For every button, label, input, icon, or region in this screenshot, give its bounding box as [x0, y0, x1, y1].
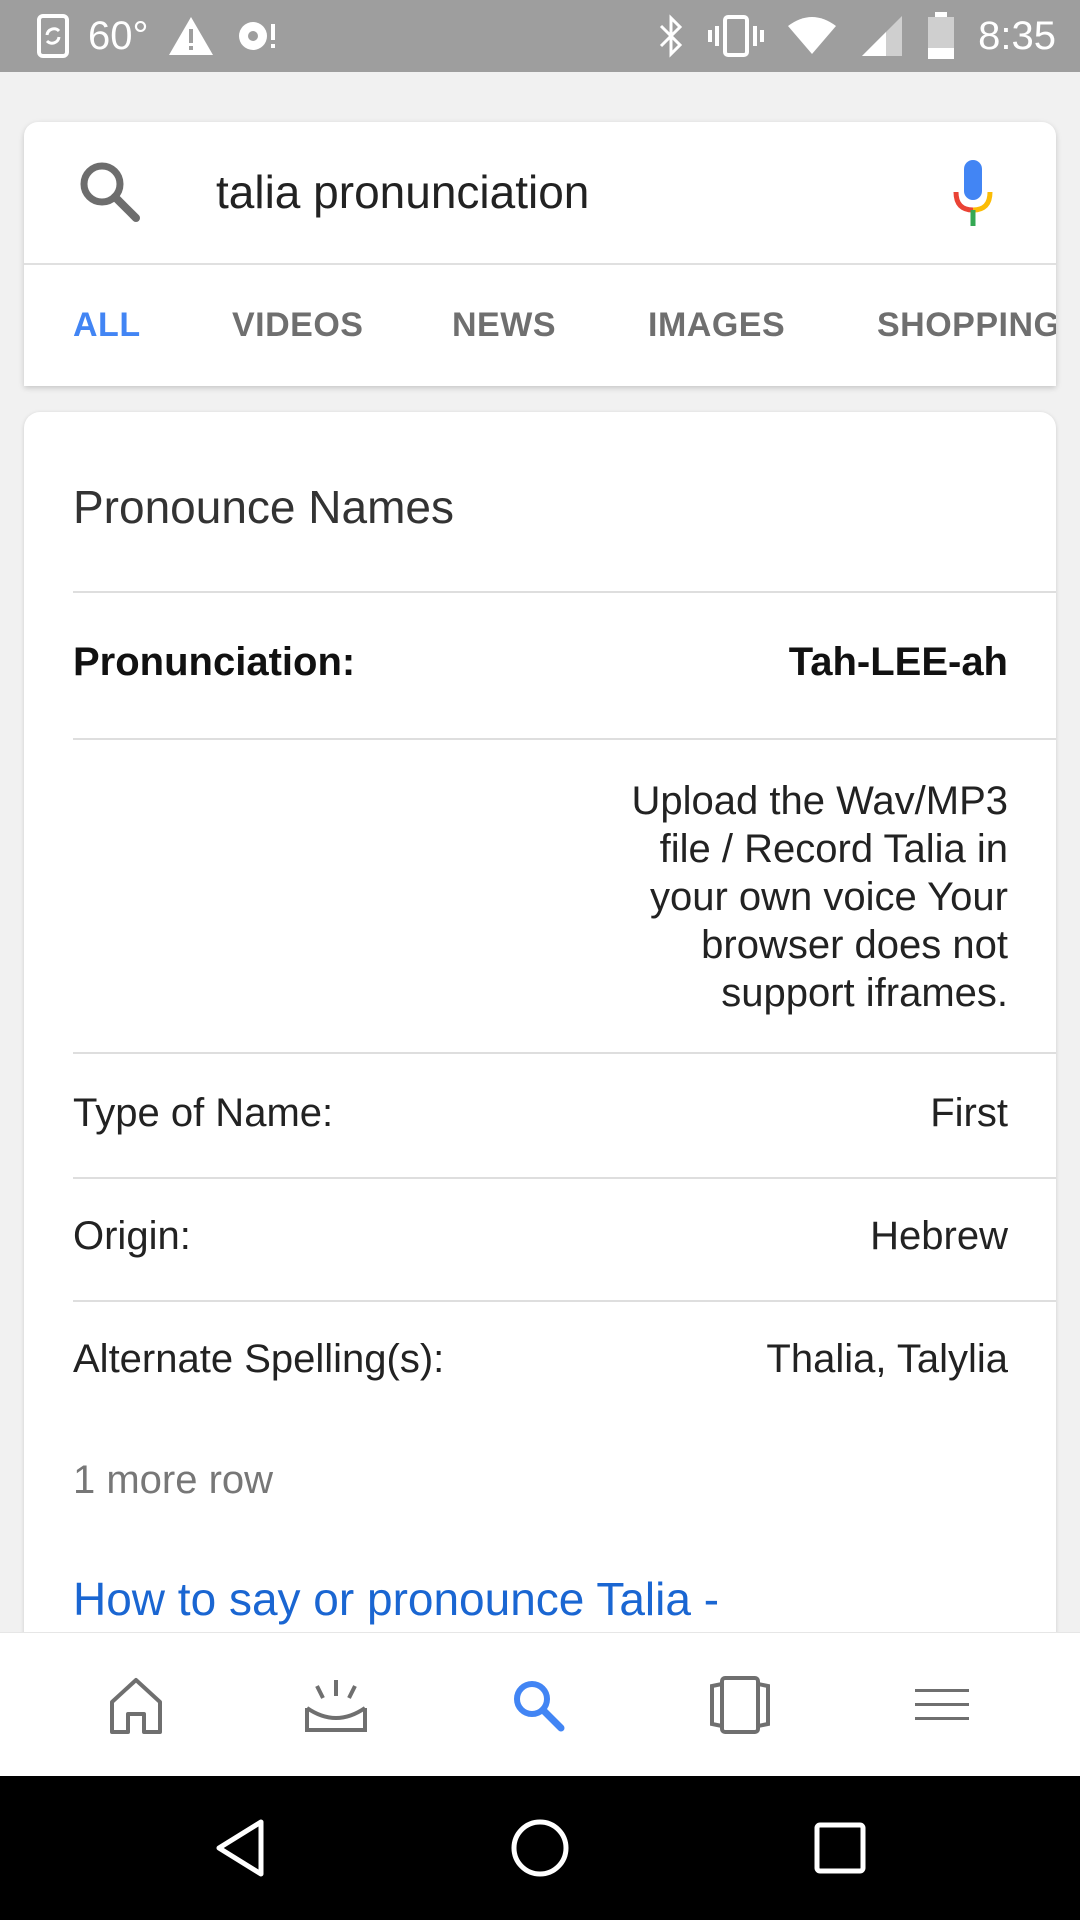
temperature: 60°	[88, 14, 149, 58]
pronunciation-value: Tah-LEE-ah	[788, 640, 1008, 684]
sync-icon	[238, 22, 275, 50]
menu-icon	[915, 1689, 969, 1720]
tab-videos[interactable]: VIDEOS	[232, 265, 363, 386]
nav-search[interactable]	[478, 1633, 598, 1777]
home-icon	[110, 1678, 162, 1734]
tab-news[interactable]: NEWS	[452, 265, 556, 386]
system-home-button[interactable]	[480, 1776, 600, 1920]
phone-sync-icon	[37, 14, 69, 58]
nav-updates[interactable]	[276, 1633, 396, 1777]
divider	[73, 1177, 1056, 1179]
vibrate-icon	[708, 15, 765, 57]
divider	[73, 738, 1056, 740]
origin-value: Hebrew	[870, 1214, 1008, 1258]
bluetooth-icon	[660, 14, 683, 58]
alternate-spellings-label: Alternate Spelling(s):	[73, 1337, 445, 1381]
type-of-name-value: First	[930, 1091, 1008, 1135]
updates-icon	[305, 1680, 367, 1732]
nav-recent-tabs[interactable]	[680, 1633, 800, 1777]
search-icon	[514, 1681, 565, 1732]
divider	[73, 1300, 1056, 1302]
divider	[73, 591, 1056, 593]
type-of-name-label: Type of Name:	[73, 1091, 334, 1135]
pronunciation-label: Pronunciation:	[73, 640, 356, 684]
back-icon	[216, 1819, 264, 1877]
home-circle-icon	[511, 1819, 569, 1877]
cell-signal-icon	[862, 16, 903, 56]
recents-icon	[814, 1822, 866, 1874]
pronounce-names-card: Pronounce Names Pronunciation: Tah-LEE-a…	[24, 412, 1056, 1652]
alternate-spellings-value: Thalia, Talylia	[766, 1337, 1008, 1381]
bottom-navigation	[0, 1632, 1080, 1777]
search-input[interactable]	[216, 122, 916, 263]
warning-icon	[168, 17, 213, 55]
nav-home[interactable]	[76, 1633, 196, 1777]
wifi-icon	[788, 17, 837, 54]
search-card: ALL VIDEOS NEWS IMAGES SHOPPING	[24, 122, 1056, 386]
system-navigation-bar	[0, 1776, 1080, 1920]
system-back-button[interactable]	[181, 1776, 301, 1920]
system-recents-button[interactable]	[780, 1776, 900, 1920]
tab-all[interactable]: ALL	[73, 265, 141, 386]
origin-label: Origin:	[73, 1214, 191, 1258]
search-tabs: ALL VIDEOS NEWS IMAGES SHOPPING	[24, 265, 1056, 386]
microphone-icon[interactable]	[948, 158, 998, 230]
result-link[interactable]: How to say or pronounce Talia -	[73, 1572, 719, 1626]
search-bar	[24, 122, 1056, 265]
recent-tabs-icon	[710, 1676, 770, 1734]
upload-record-text: Upload the Wav/MP3 file / Record Talia i…	[631, 779, 1008, 1015]
more-rows-link[interactable]: 1 more row	[73, 1458, 273, 1503]
divider	[73, 1052, 1056, 1054]
status-bar: 60° 8:35	[0, 0, 1080, 72]
tab-shopping[interactable]: SHOPPING	[877, 265, 1056, 386]
search-icon[interactable]	[76, 158, 142, 224]
tab-images[interactable]: IMAGES	[648, 265, 785, 386]
card-title: Pronounce Names	[73, 481, 454, 533]
nav-menu[interactable]	[882, 1633, 1002, 1777]
battery-icon	[928, 12, 955, 59]
clock: 8:35	[978, 14, 1056, 58]
